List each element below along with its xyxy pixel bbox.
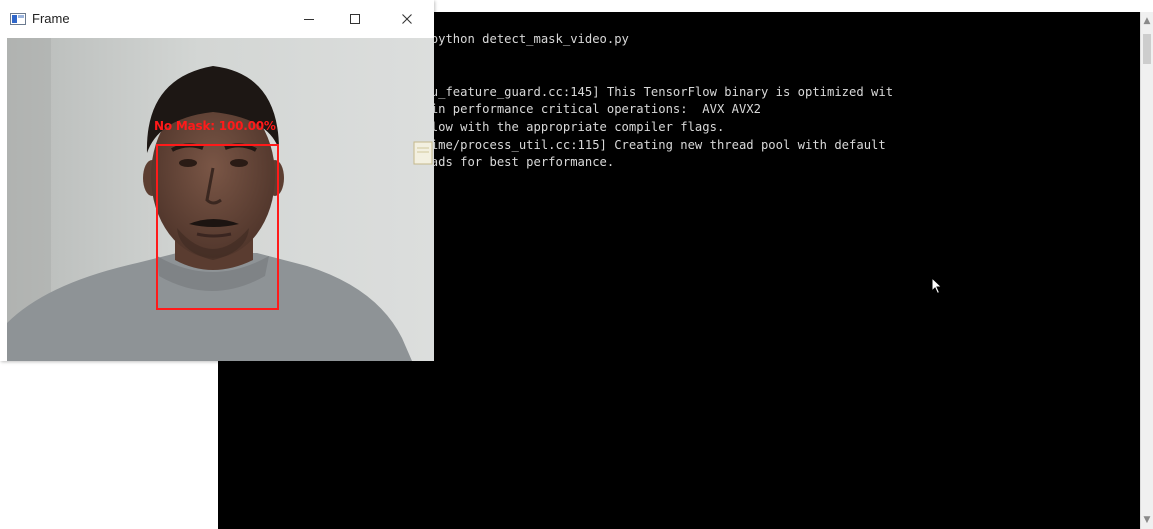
frame-window[interactable]: Frame No Mask: 100.00% [0, 0, 434, 361]
detection-label: No Mask: 100.00% [154, 119, 276, 133]
chevron-up-icon[interactable]: ▲ [1141, 16, 1153, 26]
frame-title: Frame [32, 11, 70, 26]
face-bounding-box [156, 144, 279, 310]
desktop-file-icon[interactable] [412, 140, 434, 168]
minimize-icon [303, 19, 314, 20]
webcam-video-feed: No Mask: 100.00% [7, 38, 434, 361]
opencv-window-icon [10, 13, 26, 25]
maximize-icon [349, 14, 360, 24]
console-scrollbar[interactable]: ▲ ▼ [1140, 12, 1153, 529]
close-button[interactable] [384, 0, 429, 38]
close-icon [401, 14, 412, 24]
mouse-cursor-icon [931, 277, 943, 295]
minimize-button[interactable] [286, 0, 331, 38]
scrollbar-thumb[interactable] [1143, 34, 1151, 64]
frame-titlebar[interactable]: Frame [0, 0, 434, 38]
maximize-button[interactable] [332, 0, 377, 38]
chevron-down-icon[interactable]: ▼ [1141, 515, 1153, 525]
